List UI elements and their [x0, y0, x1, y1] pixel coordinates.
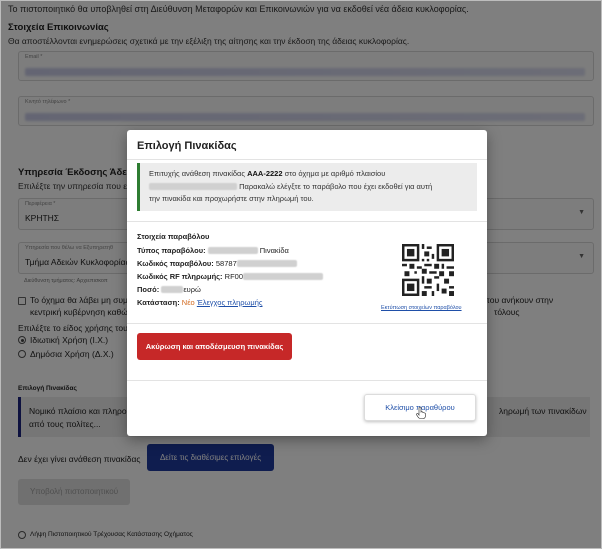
qr-code-icon — [402, 244, 454, 296]
status-badge: Νέο — [181, 298, 195, 307]
divider — [127, 159, 487, 160]
divider — [127, 323, 487, 324]
check-payment-link[interactable]: Έλεγχος πληρωμής — [197, 298, 263, 307]
alert-line1: Επιτυχής ανάθεση πινακίδας ΑΑΑ-2222 στο … — [149, 169, 385, 178]
rf-code-value: RF00 — [224, 272, 243, 281]
app-window: Το πιστοποιητικό θα υποβληθεί στη Διεύθυ… — [0, 0, 602, 549]
amount-row: Ποσό: ευρώ — [137, 285, 201, 294]
assigned-plate: ΑΑΑ-2222 — [247, 169, 283, 178]
success-alert: Επιτυχής ανάθεση πινακίδας ΑΑΑ-2222 στο … — [137, 163, 477, 211]
rf-code-label: Κωδικός RF πληρωμής: — [137, 272, 223, 281]
alert-line2: Παρακαλώ ελέγξτε το παράβολο που έχει εκ… — [149, 182, 432, 191]
redacted — [243, 273, 323, 280]
plate-selection-dialog: Επιλογή Πινακίδας Επιτυχής ανάθεση πινακ… — [127, 130, 487, 436]
rf-code-row: Κωδικός RF πληρωμής: RF00 — [137, 272, 323, 281]
alert-line3: την πινακίδα και προχωρήστε στην πληρωμή… — [149, 194, 314, 203]
payment-details-title: Στοιχεία παραβόλου — [137, 232, 210, 241]
cancel-release-plate-button[interactable]: Ακύρωση και αποδέσμευση πινακίδας — [137, 333, 292, 360]
amount-label: Ποσό: — [137, 285, 160, 294]
payment-type-value: Πινακίδα — [259, 246, 289, 255]
dialog-title: Επιλογή Πινακίδας — [137, 140, 237, 152]
status-label: Κατάσταση: — [137, 298, 180, 307]
payment-code-label: Κωδικός παραβόλου: — [137, 259, 214, 268]
payment-type-row: Τύπος παραβόλου: Πινακίδα — [137, 246, 289, 255]
amount-value: ευρώ — [183, 285, 201, 294]
divider — [127, 221, 487, 222]
divider — [127, 380, 487, 381]
redacted — [161, 286, 184, 293]
alert-text: Επιτυχής ανάθεση πινακίδας — [149, 169, 248, 178]
hand-pointer-icon — [416, 407, 426, 419]
status-row: Κατάσταση: Νέο Έλεγχος πληρωμής — [137, 298, 262, 307]
alert-text: στο όχημα με αριθμό πλαισίου — [282, 169, 386, 178]
payment-code-value: 58787 — [215, 259, 237, 268]
redacted — [236, 260, 297, 267]
redacted — [207, 247, 258, 254]
payment-code-row: Κωδικός παραβόλου: 58787 — [137, 259, 297, 268]
print-payment-details-link[interactable]: Εκτύπωση στοιχείων παραβόλου — [381, 305, 462, 311]
alert-text: Παρακαλώ ελέγξτε το παράβολο που έχει εκ… — [237, 182, 433, 191]
payment-type-label: Τύπος παραβόλου: — [137, 246, 206, 255]
chassis-number-redacted — [149, 183, 237, 190]
